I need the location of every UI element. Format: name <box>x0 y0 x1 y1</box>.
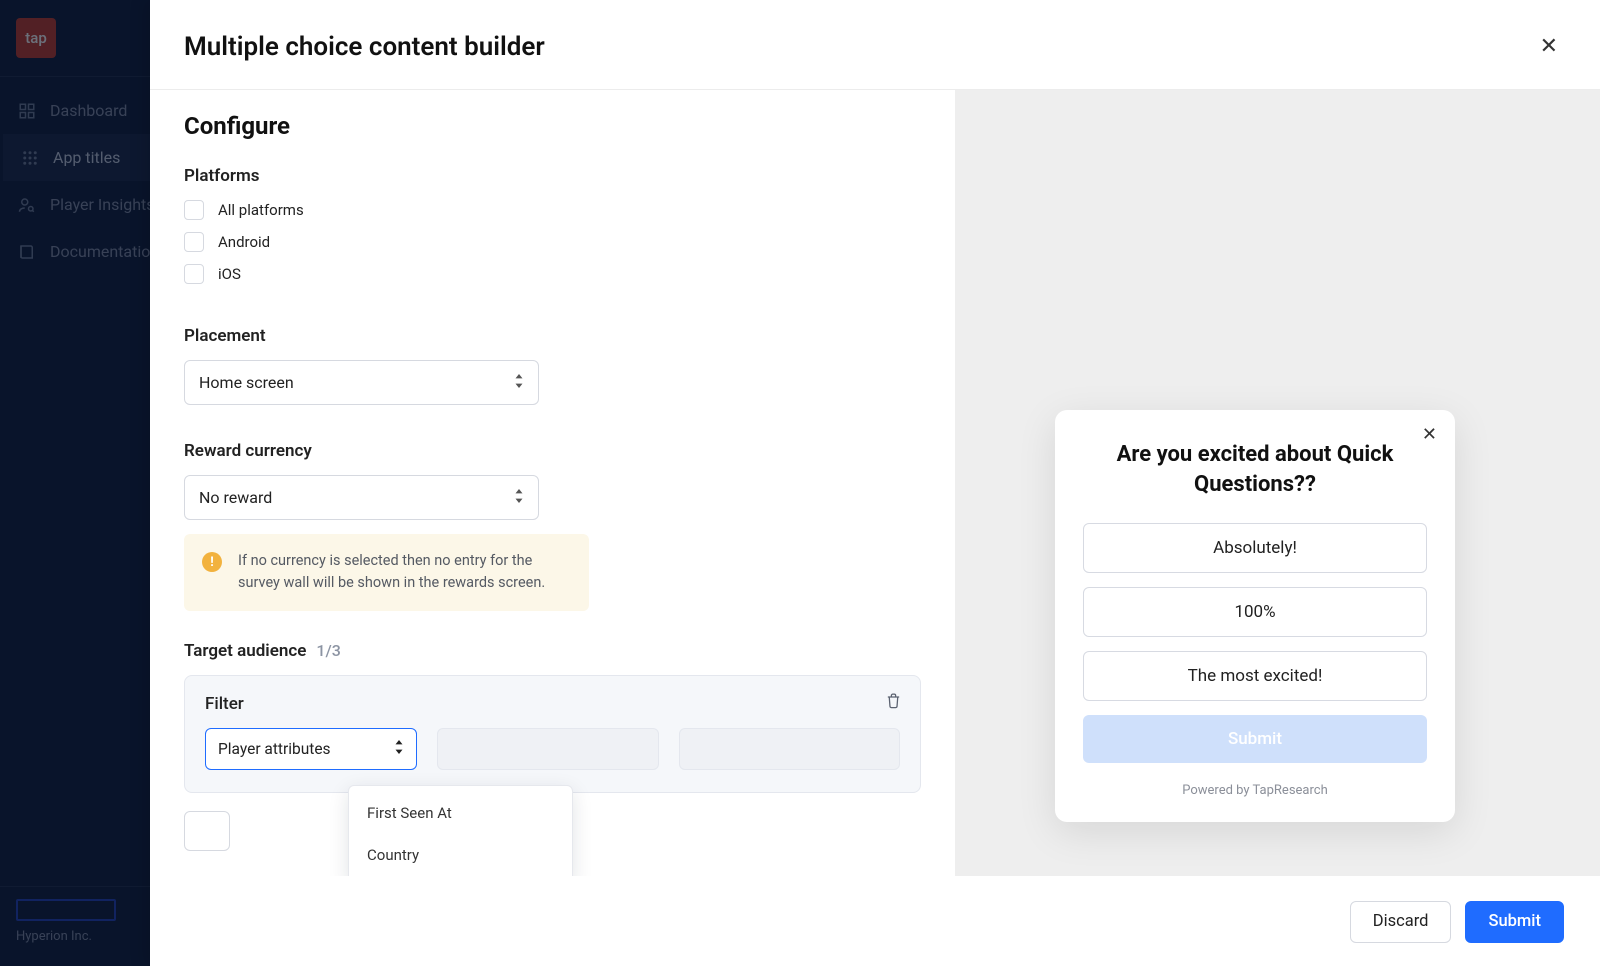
reward-label: Reward currency <box>184 441 921 461</box>
placement-select[interactable]: Home screen <box>184 360 539 405</box>
chevron-updown-icon <box>394 740 404 758</box>
discard-button[interactable]: Discard <box>1350 901 1452 943</box>
checkbox-label: All platforms <box>218 201 304 219</box>
preview-option[interactable]: The most excited! <box>1083 651 1427 701</box>
filter-operator-select[interactable] <box>437 728 658 770</box>
attribute-dropdown: First Seen At Country <box>348 785 573 876</box>
warning-icon: ! <box>202 552 222 572</box>
preview-option[interactable]: Absolutely! <box>1083 523 1427 573</box>
filter-card: Filter Player attributes <box>184 675 921 793</box>
trash-icon[interactable] <box>885 692 902 713</box>
checkbox-label: Android <box>218 233 270 251</box>
configure-form: Configure Platforms All platforms Androi… <box>150 90 955 876</box>
checkbox-label: iOS <box>218 265 241 283</box>
chevron-updown-icon <box>514 488 524 507</box>
target-audience-label: Target audience <box>184 641 306 661</box>
preview-question: Are you excited about Quick Questions?? <box>1083 440 1427 499</box>
modal-footer: Discard Submit <box>150 876 1600 966</box>
checkbox-android[interactable]: Android <box>184 232 921 252</box>
reward-select[interactable]: No reward <box>184 475 539 520</box>
select-value: No reward <box>199 488 272 507</box>
checkbox-all-platforms[interactable]: All platforms <box>184 200 921 220</box>
preview-powered-by: Powered by TapResearch <box>1083 783 1427 798</box>
checkbox-icon[interactable] <box>184 264 204 284</box>
target-audience-count: 1/3 <box>316 641 340 660</box>
add-filter-button[interactable] <box>184 811 230 851</box>
placement-label: Placement <box>184 326 921 346</box>
filter-value-select[interactable] <box>679 728 900 770</box>
alert-text: If no currency is selected then no entry… <box>238 550 571 595</box>
dropdown-option-first-seen-at[interactable]: First Seen At <box>349 792 572 834</box>
submit-button[interactable]: Submit <box>1465 901 1564 943</box>
preview-pane: ✕ Are you excited about Quick Questions?… <box>955 90 1600 876</box>
select-value: Player attributes <box>218 740 331 758</box>
dropdown-option-country[interactable]: Country <box>349 834 572 876</box>
close-icon[interactable]: ✕ <box>1532 30 1566 63</box>
platforms-label: Platforms <box>184 166 921 186</box>
close-icon[interactable]: ✕ <box>1422 424 1437 445</box>
checkbox-icon[interactable] <box>184 232 204 252</box>
checkbox-icon[interactable] <box>184 200 204 220</box>
preview-submit-button[interactable]: Submit <box>1083 715 1427 763</box>
reward-warning-alert: ! If no currency is selected then no ent… <box>184 534 589 611</box>
chevron-updown-icon <box>514 373 524 392</box>
preview-card: ✕ Are you excited about Quick Questions?… <box>1055 410 1455 822</box>
preview-option[interactable]: 100% <box>1083 587 1427 637</box>
select-value: Home screen <box>199 373 294 392</box>
section-title: Configure <box>184 112 921 140</box>
modal-title: Multiple choice content builder <box>184 32 545 62</box>
checkbox-ios[interactable]: iOS <box>184 264 921 284</box>
modal-header: Multiple choice content builder ✕ <box>150 0 1600 89</box>
filter-title: Filter <box>205 694 900 714</box>
content-builder-modal: Multiple choice content builder ✕ Config… <box>150 0 1600 966</box>
filter-attribute-select[interactable]: Player attributes <box>205 728 417 770</box>
